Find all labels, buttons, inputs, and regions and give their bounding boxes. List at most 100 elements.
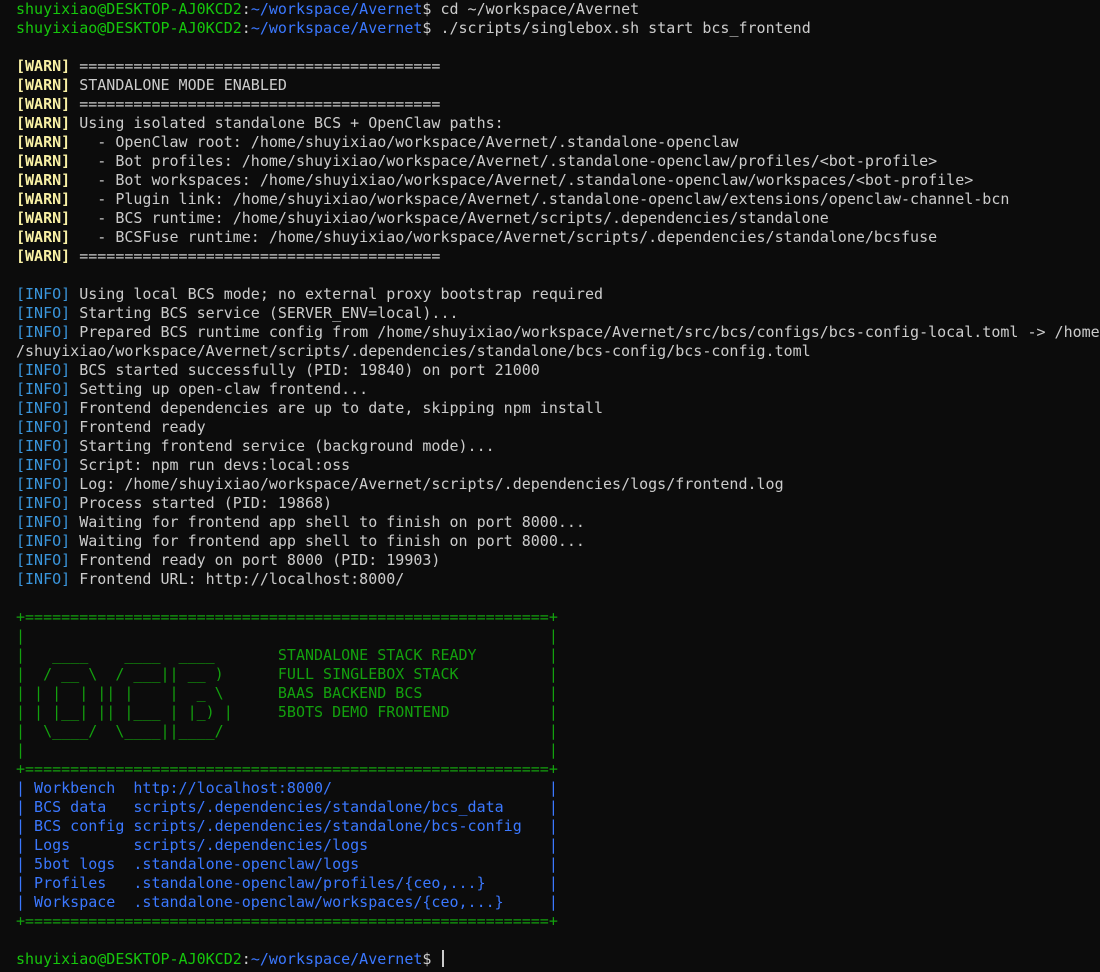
warn-tag: [WARN] bbox=[16, 57, 71, 75]
info-tag: [INFO] bbox=[16, 513, 71, 531]
info-tag: [INFO] bbox=[16, 361, 71, 379]
info-log-line: [INFO] Process started (PID: 19868) bbox=[16, 494, 1100, 513]
warn-tag: [WARN] bbox=[16, 190, 71, 208]
warn-log-line: [WARN] =================================… bbox=[16, 95, 1100, 114]
log-message: Frontend ready on port 8000 (PID: 19903) bbox=[70, 551, 441, 569]
warn-log-line: [WARN] - BCSFuse runtime: /home/shuyixia… bbox=[16, 228, 1100, 247]
info-log-line: [INFO] Waiting for frontend app shell to… bbox=[16, 532, 1100, 551]
log-message: Starting BCS service (SERVER_ENV=local).… bbox=[70, 304, 459, 322]
prompt-line: shuyixiao@DESKTOP-AJ0KCD2:~/workspace/Av… bbox=[16, 0, 1100, 19]
info-tag: [INFO] bbox=[16, 532, 71, 550]
warn-tag: [WARN] bbox=[16, 152, 71, 170]
log-message: - BCS runtime: /home/shuyixiao/workspace… bbox=[70, 209, 829, 227]
info-log-line: [INFO] Prepared BCS runtime config from … bbox=[16, 323, 1100, 342]
log-message: /shuyixiao/workspace/Avernet/scripts/.de… bbox=[16, 342, 811, 360]
log-message: - OpenClaw root: /home/shuyixiao/workspa… bbox=[70, 133, 739, 151]
log-message: Frontend ready bbox=[70, 418, 206, 436]
warn-log-line: [WARN] STANDALONE MODE ENABLED bbox=[16, 76, 1100, 95]
info-log-line: [INFO] Frontend URL: http://localhost:80… bbox=[16, 570, 1100, 589]
info-log-line: [INFO] Starting BCS service (SERVER_ENV=… bbox=[16, 304, 1100, 323]
log-message: - BCSFuse runtime: /home/shuyixiao/works… bbox=[70, 228, 938, 246]
command-text: ./scripts/singlebox.sh start bcs_fronten… bbox=[440, 19, 811, 37]
info-tag: [INFO] bbox=[16, 285, 71, 303]
warn-tag: [WARN] bbox=[16, 76, 71, 94]
log-message: BCS started successfully (PID: 19840) on… bbox=[70, 361, 540, 379]
prompt-separator: : bbox=[241, 950, 251, 968]
prompt-path: ~/workspace/Avernet bbox=[250, 0, 423, 18]
log-message: - Bot workspaces: /home/shuyixiao/worksp… bbox=[70, 171, 974, 189]
warn-log-line: [WARN] - BCS runtime: /home/shuyixiao/wo… bbox=[16, 209, 1100, 228]
log-message: Prepared BCS runtime config from /home/s… bbox=[70, 323, 1100, 341]
info-log-line: [INFO] Starting frontend service (backgr… bbox=[16, 437, 1100, 456]
table-row: | Workspace .standalone-openclaw/workspa… bbox=[16, 893, 1100, 912]
warn-tag: [WARN] bbox=[16, 114, 71, 132]
log-message: Process started (PID: 19868) bbox=[70, 494, 333, 512]
table-row-text: | Logs scripts/.dependencies/logs | bbox=[16, 836, 558, 854]
warn-tag: [WARN] bbox=[16, 171, 71, 189]
info-log-line: [INFO] Frontend ready bbox=[16, 418, 1100, 437]
log-message: Waiting for frontend app shell to finish… bbox=[70, 513, 585, 531]
log-message: Frontend URL: http://localhost:8000/ bbox=[70, 570, 405, 588]
banner-line: | | bbox=[16, 741, 558, 759]
warn-log-line: [WARN] - Bot workspaces: /home/shuyixiao… bbox=[16, 171, 1100, 190]
log-message: Waiting for frontend app shell to finish… bbox=[70, 532, 585, 550]
paths-table: | Workbench http://localhost:8000/ | | BC… bbox=[16, 779, 1100, 931]
table-row: | BCS data scripts/.dependencies/standal… bbox=[16, 798, 1100, 817]
terminal-window[interactable]: shuyixiao@DESKTOP-AJ0KCD2:~/workspace/Av… bbox=[0, 0, 1100, 972]
warn-log-line: [WARN] - Bot profiles: /home/shuyixiao/w… bbox=[16, 152, 1100, 171]
prompt-separator: : bbox=[241, 0, 251, 18]
table-row: | Workbench http://localhost:8000/ | bbox=[16, 779, 1100, 798]
info-tag: [INFO] bbox=[16, 494, 71, 512]
banner-line: | / __ \ / ___|| __ ) FULL SINGLEBOX STA… bbox=[16, 665, 558, 683]
info-tag: [INFO] bbox=[16, 475, 71, 493]
table-row-text: | BCS config scripts/.dependencies/stand… bbox=[16, 817, 558, 835]
warn-log-line: [WARN] Using isolated standalone BCS + O… bbox=[16, 114, 1100, 133]
prompt-separator: : bbox=[241, 19, 251, 37]
table-bottom-border: +=======================================… bbox=[16, 912, 558, 930]
warn-tag: [WARN] bbox=[16, 247, 71, 265]
info-tag: [INFO] bbox=[16, 456, 71, 474]
info-log-line: [INFO] Log: /home/shuyixiao/workspace/Av… bbox=[16, 475, 1100, 494]
table-row: | 5bot logs .standalone-openclaw/logs | bbox=[16, 855, 1100, 874]
table-row: | Logs scripts/.dependencies/logs | bbox=[16, 836, 1100, 855]
table-row-text: | Profiles .standalone-openclaw/profiles… bbox=[16, 874, 558, 892]
active-prompt-line[interactable]: shuyixiao@DESKTOP-AJ0KCD2:~/workspace/Av… bbox=[16, 950, 1100, 969]
text-cursor bbox=[442, 950, 445, 967]
prompt-userhost: shuyixiao@DESKTOP-AJ0KCD2 bbox=[16, 0, 242, 18]
log-message: Log: /home/shuyixiao/workspace/Avernet/s… bbox=[70, 475, 784, 493]
info-log-line: [INFO] Frontend dependencies are up to d… bbox=[16, 399, 1100, 418]
info-log-line: [INFO] Waiting for frontend app shell to… bbox=[16, 513, 1100, 532]
ready-banner: +=======================================… bbox=[16, 608, 1100, 779]
info-tag: [INFO] bbox=[16, 551, 71, 569]
warn-tag: [WARN] bbox=[16, 209, 71, 227]
banner-line: +=======================================… bbox=[16, 608, 558, 626]
log-message: Starting frontend service (background mo… bbox=[70, 437, 495, 455]
info-tag: [INFO] bbox=[16, 304, 71, 322]
log-message: Script: npm run devs:local:oss bbox=[70, 456, 351, 474]
info-log-block: [INFO] Using local BCS mode; no external… bbox=[16, 285, 1100, 589]
prompt-symbol: $ bbox=[422, 950, 441, 968]
prompt-line: shuyixiao@DESKTOP-AJ0KCD2:~/workspace/Av… bbox=[16, 19, 1100, 38]
prompt-symbol: $ bbox=[422, 0, 441, 18]
info-log-line: [INFO] BCS started successfully (PID: 19… bbox=[16, 361, 1100, 380]
warn-tag: [WARN] bbox=[16, 95, 71, 113]
info-log-line: /shuyixiao/workspace/Avernet/scripts/.de… bbox=[16, 342, 1100, 361]
log-message: Using isolated standalone BCS + OpenClaw… bbox=[70, 114, 504, 132]
prompt-path: ~/workspace/Avernet bbox=[250, 19, 423, 37]
banner-line: | | |__| || |___ | |_) | 5BOTS DEMO FRON… bbox=[16, 703, 558, 721]
prompt-symbol: $ bbox=[422, 19, 441, 37]
command-text: cd ~/workspace/Avernet bbox=[440, 0, 640, 18]
banner-line: +=======================================… bbox=[16, 760, 558, 778]
banner-line: | | bbox=[16, 627, 558, 645]
table-row-text: | Workspace .standalone-openclaw/workspa… bbox=[16, 893, 558, 911]
warn-tag: [WARN] bbox=[16, 133, 71, 151]
log-message: Frontend dependencies are up to date, sk… bbox=[70, 399, 604, 417]
warn-log-line: [WARN] - OpenClaw root: /home/shuyixiao/… bbox=[16, 133, 1100, 152]
info-tag: [INFO] bbox=[16, 418, 71, 436]
banner-line: | ____ ____ ____ STANDALONE STACK READY … bbox=[16, 646, 558, 664]
info-tag: [INFO] bbox=[16, 323, 71, 341]
